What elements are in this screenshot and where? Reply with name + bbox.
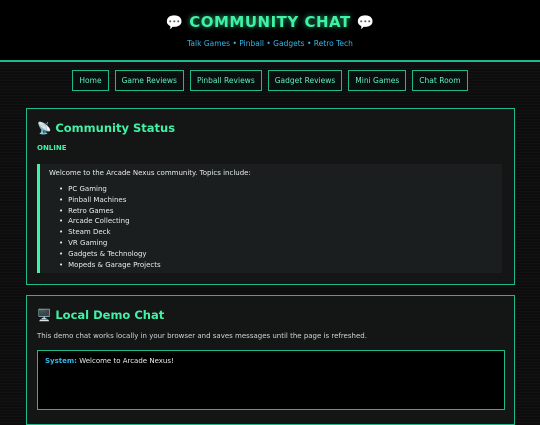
chat-message: System: Welcome to Arcade Nexus! [45,357,497,365]
list-item: Pinball Machines [59,195,502,206]
topic-list: PC Gaming Pinball Machines Retro Games A… [49,184,502,270]
site-tagline: Talk Games • Pinball • Gadgets • Retro T… [187,39,353,48]
nav-home[interactable]: Home [72,70,109,91]
main-nav: Home Game Reviews Pinball Reviews Gadget… [0,70,540,91]
speech-bubble-icon: 💬 [165,15,184,31]
local-demo-chat-card: 🖥️ Local Demo Chat This demo chat works … [26,295,515,425]
desktop-computer-icon: 🖥️ [37,308,52,322]
site-title: 💬 COMMUNITY CHAT 💬 [0,0,540,31]
nav-game-reviews[interactable]: Game Reviews [114,70,184,91]
list-item: Gadgets & Technology [59,249,502,260]
community-status-card: 📡 Community Status ONLINE Welcome to the… [26,108,515,285]
chat-description: This demo chat works locally in your bro… [37,332,367,340]
chat-log[interactable]: System: Welcome to Arcade Nexus! [37,350,505,410]
local-demo-chat-title: 🖥️ Local Demo Chat [37,308,164,322]
list-item: PC Gaming [59,184,502,195]
list-item: Arcade Collecting [59,216,502,227]
satellite-antenna-icon: 📡 [37,121,52,135]
nav-gadget-reviews[interactable]: Gadget Reviews [267,70,343,91]
list-item: VR Gaming [59,238,502,249]
welcome-panel: Welcome to the Arcade Nexus community. T… [37,164,502,273]
list-item: Retro Games [59,206,502,217]
nav-pinball-reviews[interactable]: Pinball Reviews [189,70,262,91]
list-item: Mopeds & Garage Projects [59,260,502,271]
welcome-intro: Welcome to the Arcade Nexus community. T… [49,169,251,177]
status-badge: ONLINE [37,144,67,152]
chat-message-sender: System: [45,357,77,365]
local-demo-chat-title-text: Local Demo Chat [55,308,165,322]
speech-bubble-icon: 💬 [356,15,375,31]
nav-mini-games[interactable]: Mini Games [348,70,407,91]
community-status-title-text: Community Status [55,121,176,135]
community-status-title: 📡 Community Status [37,121,175,135]
list-item: Steam Deck [59,227,502,238]
chat-message-text: Welcome to Arcade Nexus! [79,357,174,365]
site-title-text: COMMUNITY CHAT [189,13,351,31]
nav-chat-room[interactable]: Chat Room [412,70,468,91]
site-header: 💬 COMMUNITY CHAT 💬 Talk Games • Pinball … [0,0,540,62]
